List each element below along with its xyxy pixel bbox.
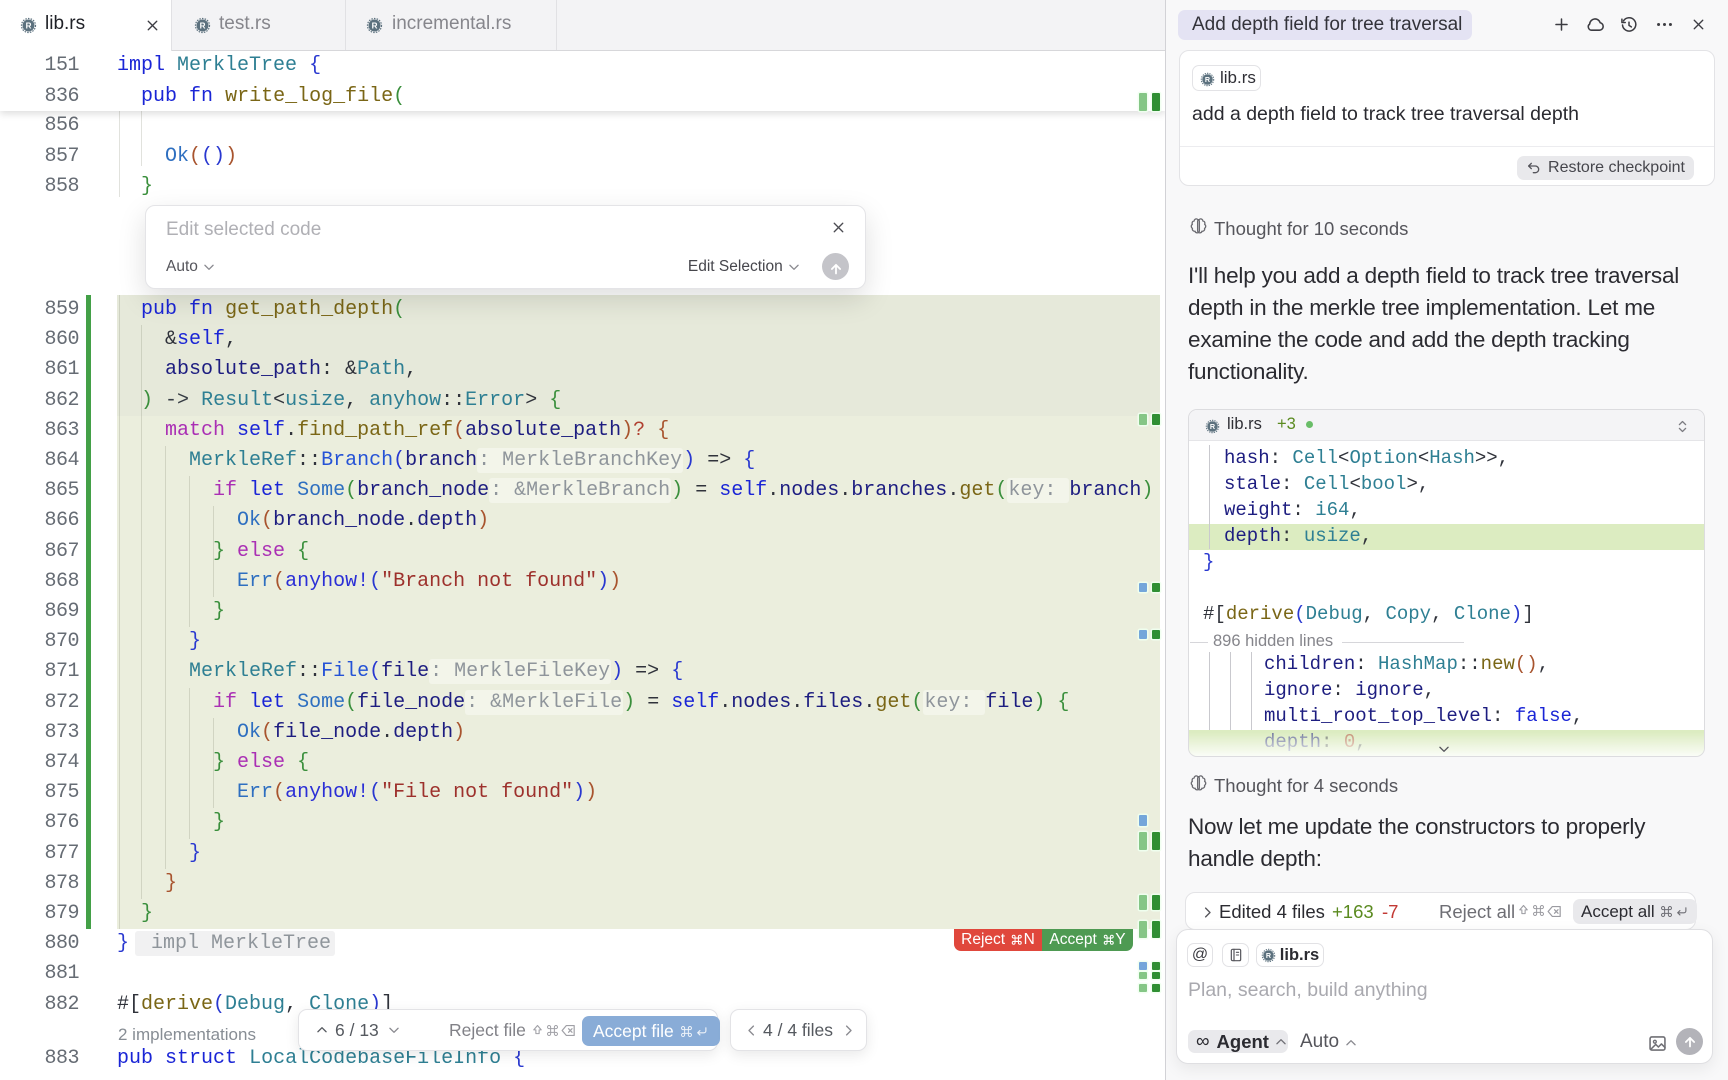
svg-text:R: R [1266,952,1272,960]
svg-text:R: R [26,22,32,31]
svg-text:R: R [1210,423,1216,431]
svg-text:R: R [372,22,378,31]
svg-text:R: R [1205,76,1211,84]
svg-text:R: R [200,22,206,31]
